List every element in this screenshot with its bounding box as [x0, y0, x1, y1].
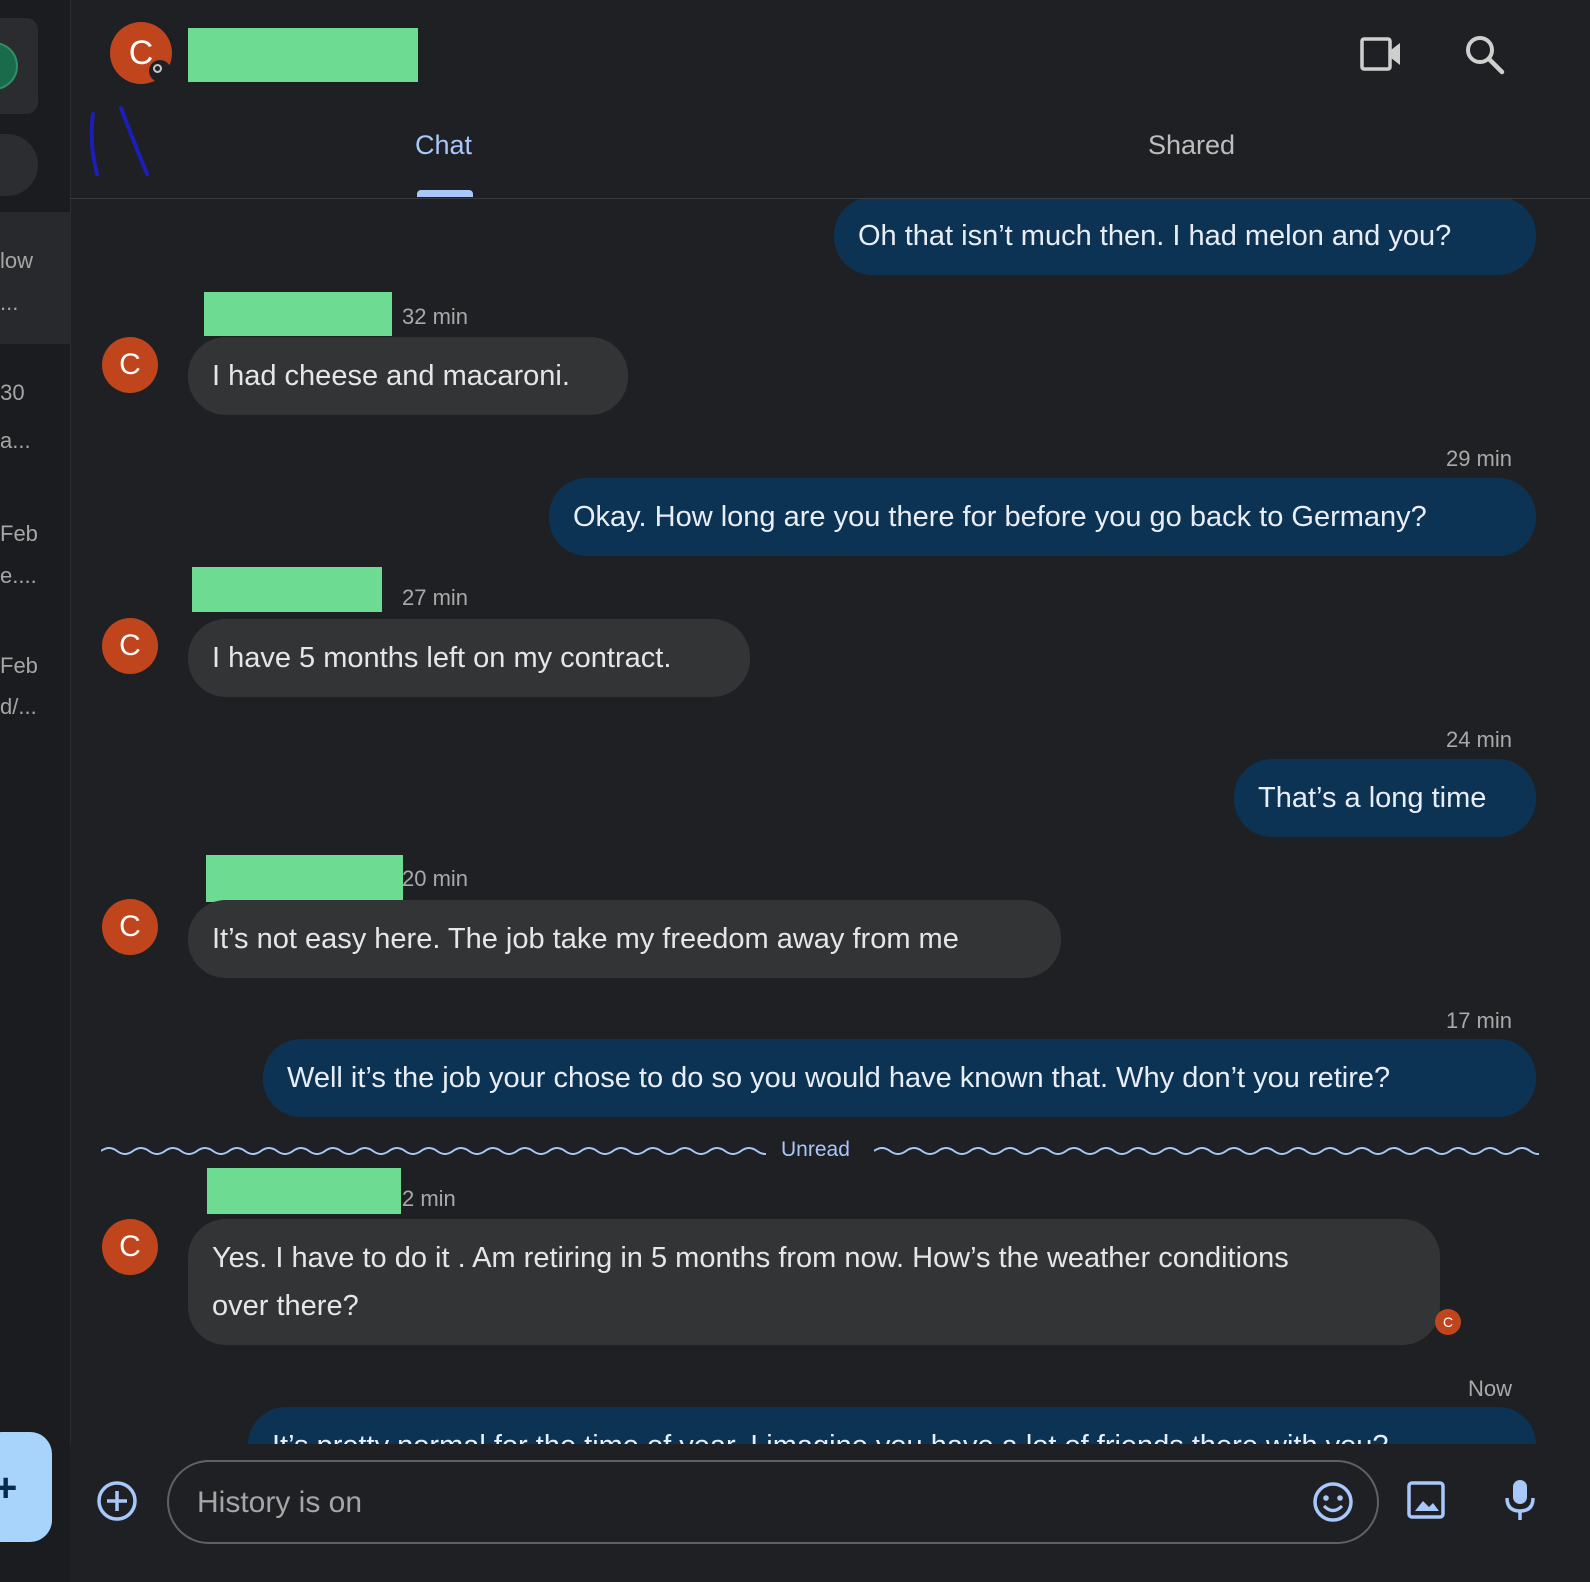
rail-preview-time: low: [0, 248, 34, 273]
unread-divider-wave-left: [101, 1147, 766, 1155]
message-composer: [70, 1444, 1590, 1582]
tab-active-indicator: [417, 190, 473, 197]
message-time: 32 min: [402, 304, 469, 329]
rail-preview-snippet: e....: [0, 563, 37, 588]
tab-shared[interactable]: Shared: [1148, 130, 1235, 161]
incoming-message[interactable]: I have 5 months left on my contract.: [188, 619, 750, 697]
outgoing-message[interactable]: Well it’s the job your chose to do so yo…: [263, 1039, 1536, 1117]
message-text-line: over there?: [212, 1290, 359, 1322]
message-time: 29 min: [1445, 446, 1512, 471]
rail-preview-time: Feb: [0, 521, 38, 546]
conversation-list-rail: low ... :30 a... Feb e.... Feb d/... +: [0, 0, 71, 1582]
rail-preview-snippet: a...: [0, 428, 31, 453]
sender-avatar[interactable]: C: [102, 618, 158, 674]
rail-preview-snippet: ...: [0, 290, 19, 315]
rail-filter-pill[interactable]: [0, 134, 38, 196]
redacted-sender-name: [207, 1168, 401, 1214]
rail-preview-time: :30: [0, 380, 25, 405]
rail-active-conversation[interactable]: [0, 212, 70, 344]
message-time: 2 min: [402, 1186, 456, 1211]
message-list[interactable]: Oh that isn’t much then. I had melon and…: [70, 199, 1590, 1444]
message-time: Now: [1467, 1376, 1512, 1401]
rail-preview-time: Feb: [0, 653, 38, 678]
message-time: 27 min: [402, 585, 469, 610]
tab-chat[interactable]: Chat: [415, 130, 472, 161]
redacted-contact-name: [188, 28, 418, 82]
redacted-sender-name: [192, 567, 382, 612]
compose-field[interactable]: [167, 1460, 1379, 1544]
unread-divider-label: Unread: [781, 1138, 850, 1161]
redacted-sender-name: [206, 855, 403, 902]
emoji-icon[interactable]: [1311, 1480, 1355, 1524]
message-text-line: Yes. I have to do it . Am retiring in 5 …: [212, 1242, 1289, 1274]
message-time: 20 min: [402, 866, 469, 891]
message-time: 17 min: [1445, 1008, 1512, 1033]
video-call-icon[interactable]: [1358, 30, 1406, 78]
search-icon[interactable]: [1460, 30, 1508, 78]
scribble-mark: [89, 106, 149, 176]
new-chat-icon: +: [0, 1466, 17, 1511]
image-icon[interactable]: [1406, 1480, 1446, 1520]
microphone-icon[interactable]: [1502, 1478, 1538, 1522]
sender-avatar[interactable]: C: [102, 899, 158, 955]
rail-preview-snippet: d/...: [0, 694, 37, 719]
unread-divider-wave-right: [874, 1147, 1539, 1155]
message-time: 24 min: [1445, 727, 1512, 752]
incoming-message[interactable]: I had cheese and macaroni.: [188, 337, 628, 415]
outgoing-message[interactable]: That’s a long time: [1234, 759, 1536, 837]
outgoing-message[interactable]: Oh that isn’t much then. I had melon and…: [834, 199, 1536, 275]
add-circle-icon[interactable]: [96, 1480, 138, 1522]
sender-avatar[interactable]: C: [102, 1219, 158, 1275]
read-receipt-avatar: C: [1435, 1309, 1461, 1335]
incoming-message[interactable]: It’s not easy here. The job take my free…: [188, 900, 1061, 978]
sender-avatar[interactable]: C: [102, 337, 158, 393]
outgoing-message[interactable]: Okay. How long are you there for before …: [549, 478, 1536, 556]
presence-status-icon: [149, 60, 171, 82]
chat-header: C Chat Shared: [70, 0, 1590, 199]
outgoing-message[interactable]: It’s pretty normal for the time of year.…: [248, 1407, 1536, 1444]
incoming-message[interactable]: Yes. I have to do it . Am retiring in 5 …: [188, 1219, 1440, 1345]
redacted-sender-name: [204, 292, 392, 336]
message-input[interactable]: [195, 1462, 1299, 1544]
